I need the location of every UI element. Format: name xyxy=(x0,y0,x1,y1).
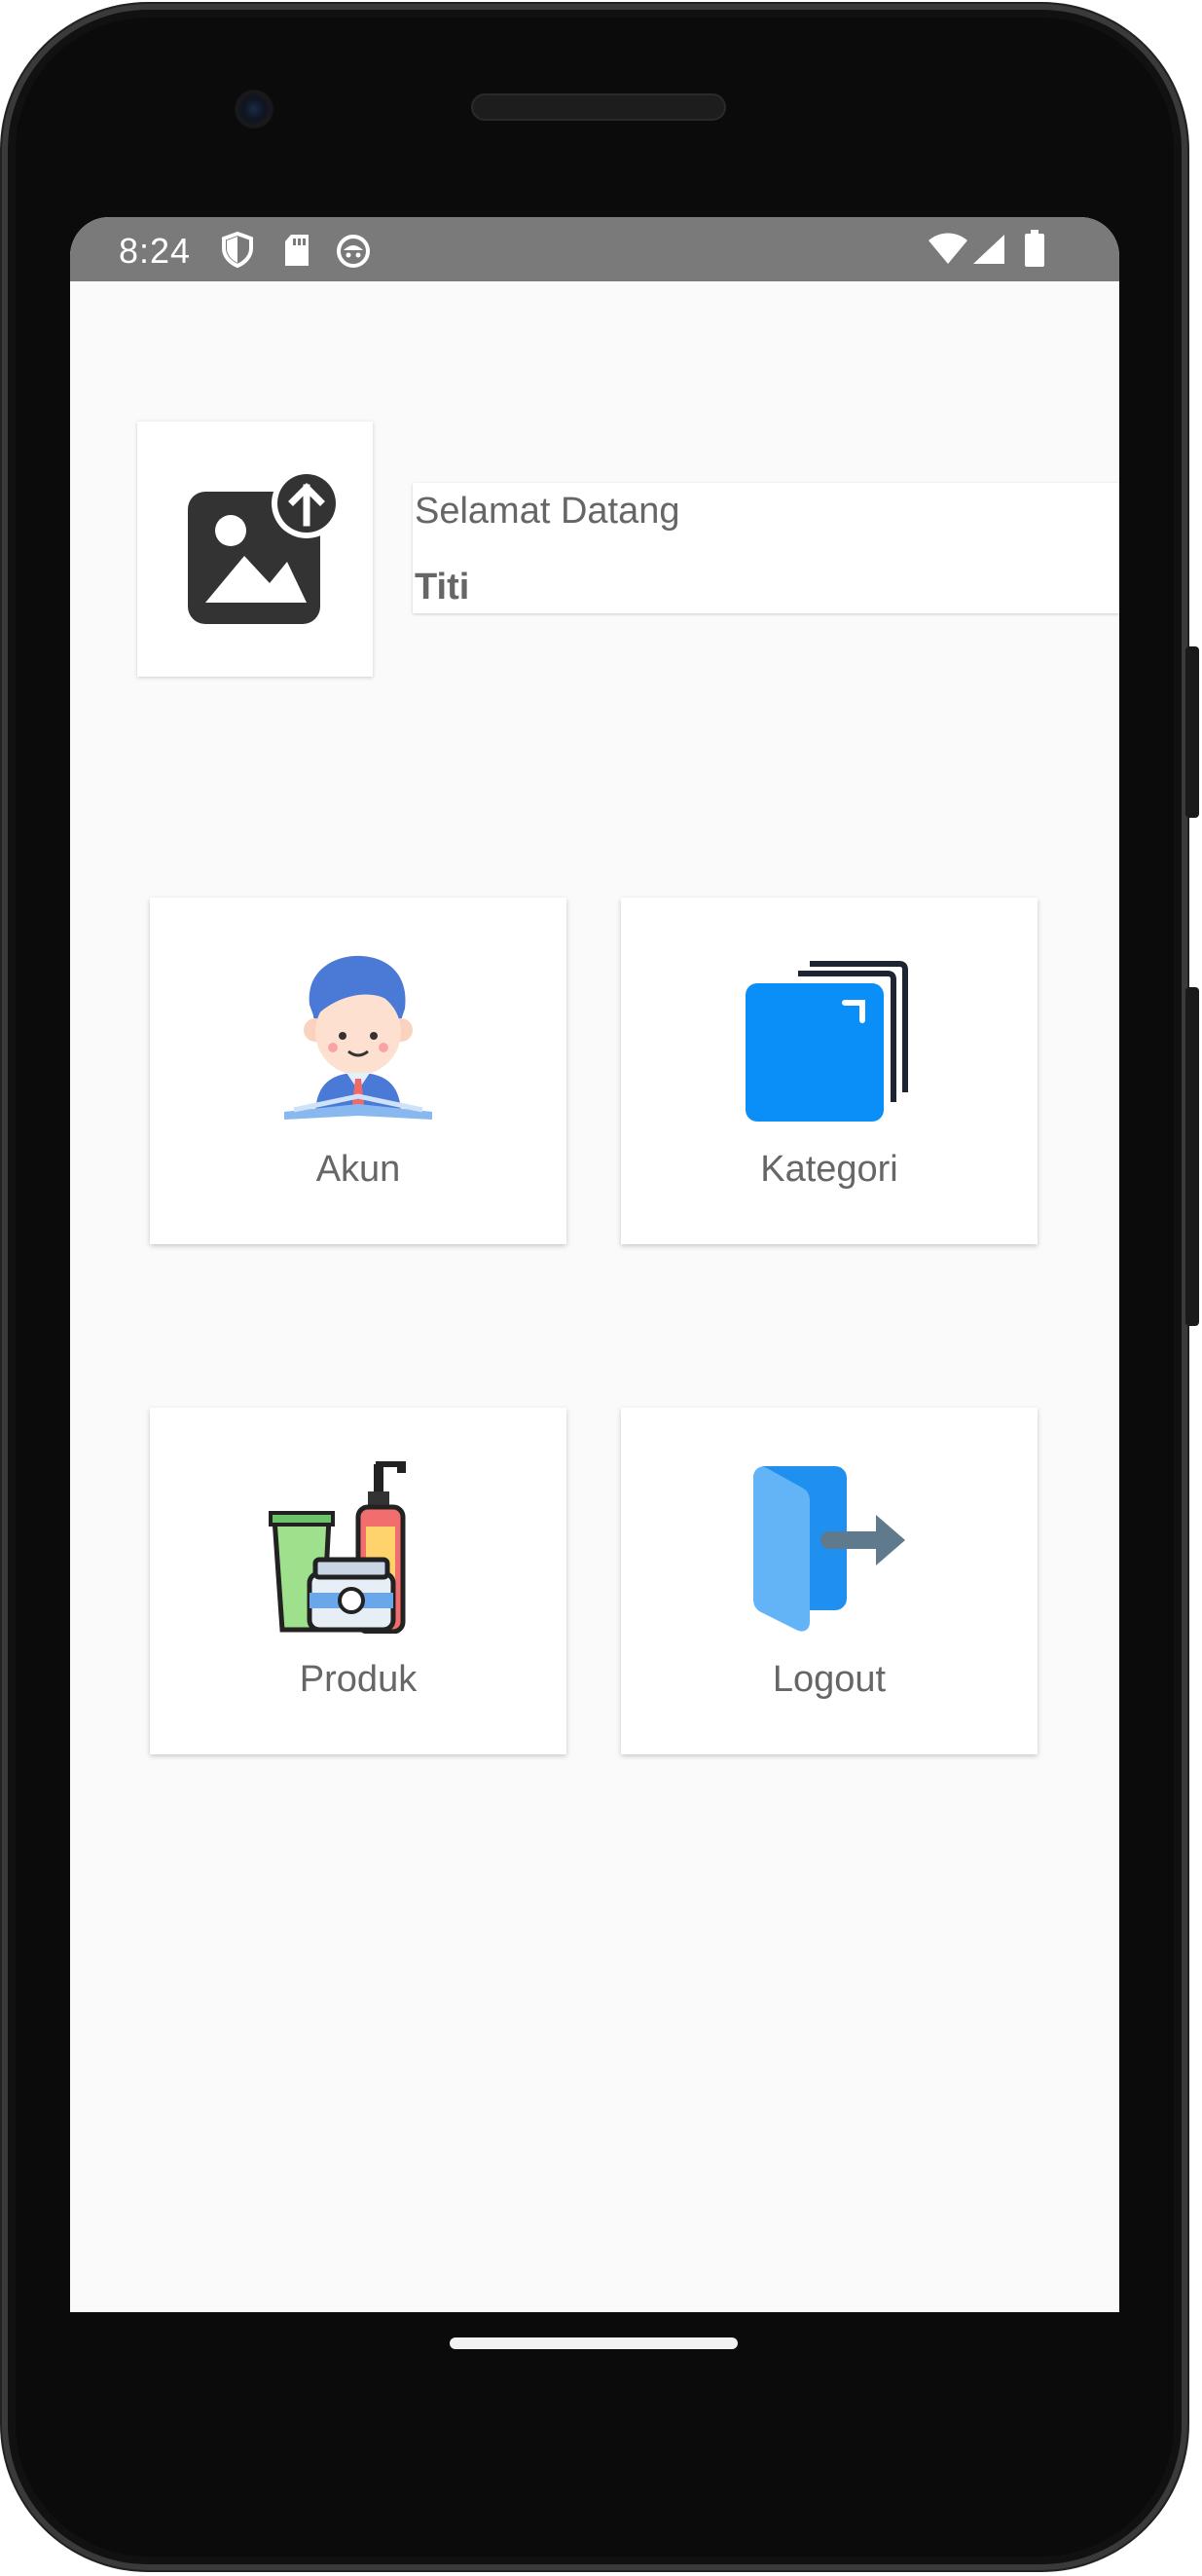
earpiece-speaker xyxy=(471,93,726,121)
profile-photo-button[interactable] xyxy=(137,422,373,677)
shield-icon xyxy=(221,231,254,273)
products-icon xyxy=(269,1461,406,1634)
menu-card-akun[interactable]: Akun xyxy=(150,898,566,1244)
menu-card-produk-label: Produk xyxy=(299,1659,418,1700)
image-upload-icon xyxy=(188,470,342,624)
menu-card-kategori[interactable]: Kategori xyxy=(621,898,1038,1244)
power-button xyxy=(1185,646,1199,818)
welcome-greeting: Selamat Datang xyxy=(415,491,680,532)
menu-card-logout[interactable]: Logout xyxy=(621,1408,1038,1754)
home-gesture-bar[interactable] xyxy=(450,2337,738,2349)
user-name: Titi xyxy=(415,567,470,607)
menu-card-logout-label: Logout xyxy=(772,1659,887,1700)
wifi-icon xyxy=(927,233,969,271)
sd-card-icon xyxy=(282,233,311,273)
category-stack-icon xyxy=(746,961,908,1122)
user-account-icon xyxy=(284,955,432,1120)
cat-face-icon xyxy=(335,233,372,273)
signal-icon xyxy=(971,233,1006,271)
phone-frame: 8:24 Selamat Datang Titi Akun Kategori P… xyxy=(2,4,1199,2570)
logout-door-icon xyxy=(753,1466,905,1632)
front-camera xyxy=(235,90,273,129)
menu-card-kategori-label: Kategori xyxy=(760,1149,898,1190)
app-screen: 8:24 Selamat Datang Titi Akun Kategori P… xyxy=(70,217,1119,2312)
menu-card-produk[interactable]: Produk xyxy=(150,1408,566,1754)
welcome-panel: Selamat Datang Titi xyxy=(413,483,1119,613)
status-bar: 8:24 xyxy=(70,217,1119,281)
status-time: 8:24 xyxy=(119,231,192,271)
menu-card-akun-label: Akun xyxy=(315,1149,401,1190)
battery-icon xyxy=(1024,229,1045,273)
volume-button xyxy=(1185,987,1199,1326)
